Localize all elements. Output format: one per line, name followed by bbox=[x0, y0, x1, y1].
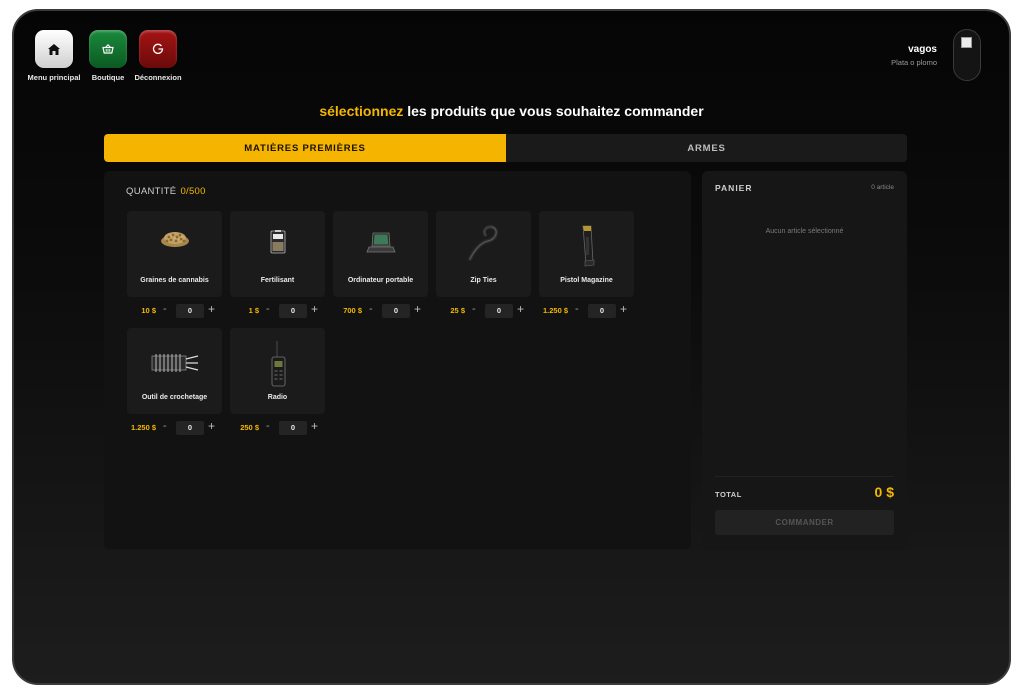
product-name: Zip Ties bbox=[470, 277, 497, 284]
product-card[interactable]: Outil de crochetage 1.250 $ - 0 + bbox=[127, 328, 222, 438]
product-price: 10 $ bbox=[141, 306, 156, 315]
product-box[interactable]: Fertilisant bbox=[230, 211, 325, 297]
category-tabs: MATIÈRES PREMIÈRES ARMES bbox=[104, 134, 907, 162]
quantity-counter: QUANTITÉ 0/500 bbox=[126, 186, 206, 197]
increase-button[interactable]: + bbox=[311, 302, 318, 316]
product-price: 1.250 $ bbox=[130, 423, 156, 432]
app-frame: Menu principal Boutique Déconnexion vago… bbox=[12, 9, 1011, 685]
radio-icon bbox=[267, 340, 289, 393]
user-subtitle: Plata o plomo bbox=[891, 58, 937, 67]
product-controls: 1.250 $ - 0 + bbox=[127, 418, 222, 438]
product-box[interactable]: Zip Ties bbox=[436, 211, 531, 297]
increase-button[interactable]: + bbox=[311, 419, 318, 433]
deconnexion-label: Déconnexion bbox=[134, 73, 182, 82]
product-name: Ordinateur portable bbox=[347, 277, 414, 284]
product-box[interactable]: Graines de cannabis bbox=[127, 211, 222, 297]
product-card[interactable]: Pistol Magazine 1.250 $ - 0 + bbox=[539, 211, 634, 321]
decrease-button[interactable]: - bbox=[575, 303, 579, 315]
product-controls: 25 $ - 0 + bbox=[436, 301, 531, 321]
user-name: vagos bbox=[908, 44, 937, 55]
increase-button[interactable]: + bbox=[517, 302, 524, 316]
quantity-input[interactable]: 0 bbox=[279, 304, 307, 318]
total-value: 0 $ bbox=[874, 484, 894, 500]
increase-button[interactable]: + bbox=[208, 302, 215, 316]
fertilizer-bag-icon bbox=[269, 229, 287, 260]
decrease-button[interactable]: - bbox=[163, 303, 167, 315]
product-price: 1.250 $ bbox=[542, 306, 568, 315]
divider bbox=[715, 476, 894, 477]
decrease-button[interactable]: - bbox=[472, 303, 476, 315]
increase-button[interactable]: + bbox=[208, 419, 215, 433]
decrease-button[interactable]: - bbox=[369, 303, 373, 315]
decrease-button[interactable]: - bbox=[266, 420, 270, 432]
product-price: 250 $ bbox=[240, 423, 259, 432]
cart-title: PANIER bbox=[715, 183, 753, 193]
logout-icon bbox=[139, 30, 177, 68]
avatar[interactable] bbox=[953, 29, 981, 81]
product-box[interactable]: Pistol Magazine bbox=[539, 211, 634, 297]
basket-icon bbox=[89, 30, 127, 68]
product-card[interactable]: Fertilisant 1 $ - 0 + bbox=[230, 211, 325, 321]
product-box[interactable]: Outil de crochetage bbox=[127, 328, 222, 414]
commander-button[interactable]: COMMANDER bbox=[715, 510, 894, 535]
user-info: vagos Plata o plomo bbox=[891, 44, 937, 67]
quantity-input[interactable]: 0 bbox=[588, 304, 616, 318]
total-label: TOTAL bbox=[715, 490, 742, 499]
product-card[interactable]: Ordinateur portable 700 $ - 0 + bbox=[333, 211, 428, 321]
pistol-magazine-icon bbox=[577, 223, 597, 272]
product-price: 700 $ bbox=[343, 306, 362, 315]
product-card[interactable]: Graines de cannabis 10 $ - 0 + bbox=[127, 211, 222, 321]
quantity-input[interactable]: 0 bbox=[279, 421, 307, 435]
cart-panel: PANIER 0 article Aucun article sélection… bbox=[702, 171, 907, 549]
quantity-input[interactable]: 0 bbox=[176, 421, 204, 435]
quantity-input[interactable]: 0 bbox=[485, 304, 513, 318]
product-card[interactable]: Zip Ties 25 $ - 0 + bbox=[436, 211, 531, 321]
product-box[interactable]: Ordinateur portable bbox=[333, 211, 428, 297]
quantity-input[interactable]: 0 bbox=[382, 304, 410, 318]
product-controls: 1.250 $ - 0 + bbox=[539, 301, 634, 321]
page-title-rest: les produits que vous souhaitez commande… bbox=[403, 103, 704, 119]
home-icon bbox=[35, 30, 73, 68]
laptop-icon bbox=[365, 231, 396, 260]
product-controls: 1 $ - 0 + bbox=[230, 301, 325, 321]
product-controls: 10 $ - 0 + bbox=[127, 301, 222, 321]
product-price: 1 $ bbox=[248, 306, 259, 315]
product-card[interactable]: Radio 250 $ - 0 + bbox=[230, 328, 325, 438]
increase-button[interactable]: + bbox=[620, 302, 627, 316]
deconnexion-button[interactable]: Déconnexion bbox=[123, 30, 193, 82]
cart-empty-message: Aucun article sélectionné bbox=[765, 228, 844, 235]
seeds-icon bbox=[159, 227, 191, 254]
quantity-value: 0/500 bbox=[180, 186, 206, 197]
quantity-input[interactable]: 0 bbox=[176, 304, 204, 318]
cart-count: 0 article bbox=[871, 184, 894, 191]
zip-tie-icon bbox=[466, 223, 502, 268]
product-name: Pistol Magazine bbox=[560, 277, 613, 284]
tab-matieres-premieres[interactable]: MATIÈRES PREMIÈRES bbox=[104, 134, 506, 162]
lockpick-tool-icon bbox=[150, 350, 200, 381]
decrease-button[interactable]: - bbox=[163, 420, 167, 432]
product-controls: 250 $ - 0 + bbox=[230, 418, 325, 438]
product-price: 25 $ bbox=[450, 306, 465, 315]
tab-armes[interactable]: ARMES bbox=[506, 134, 907, 162]
quantity-label: QUANTITÉ bbox=[126, 186, 177, 197]
product-name: Outil de crochetage bbox=[141, 394, 208, 401]
product-box[interactable]: Radio bbox=[230, 328, 325, 414]
increase-button[interactable]: + bbox=[414, 302, 421, 316]
product-name: Fertilisant bbox=[260, 277, 295, 284]
product-name: Graines de cannabis bbox=[140, 277, 209, 284]
page-title-highlight: sélectionnez bbox=[319, 103, 404, 119]
decrease-button[interactable]: - bbox=[266, 303, 270, 315]
product-name: Radio bbox=[267, 394, 288, 401]
products-panel: QUANTITÉ 0/500 Graines de cannabis 10 $ - bbox=[104, 171, 691, 549]
product-controls: 700 $ - 0 + bbox=[333, 301, 428, 321]
page-title: sélectionnez les produits que vous souha… bbox=[14, 103, 1009, 119]
broken-image-icon bbox=[961, 37, 972, 48]
